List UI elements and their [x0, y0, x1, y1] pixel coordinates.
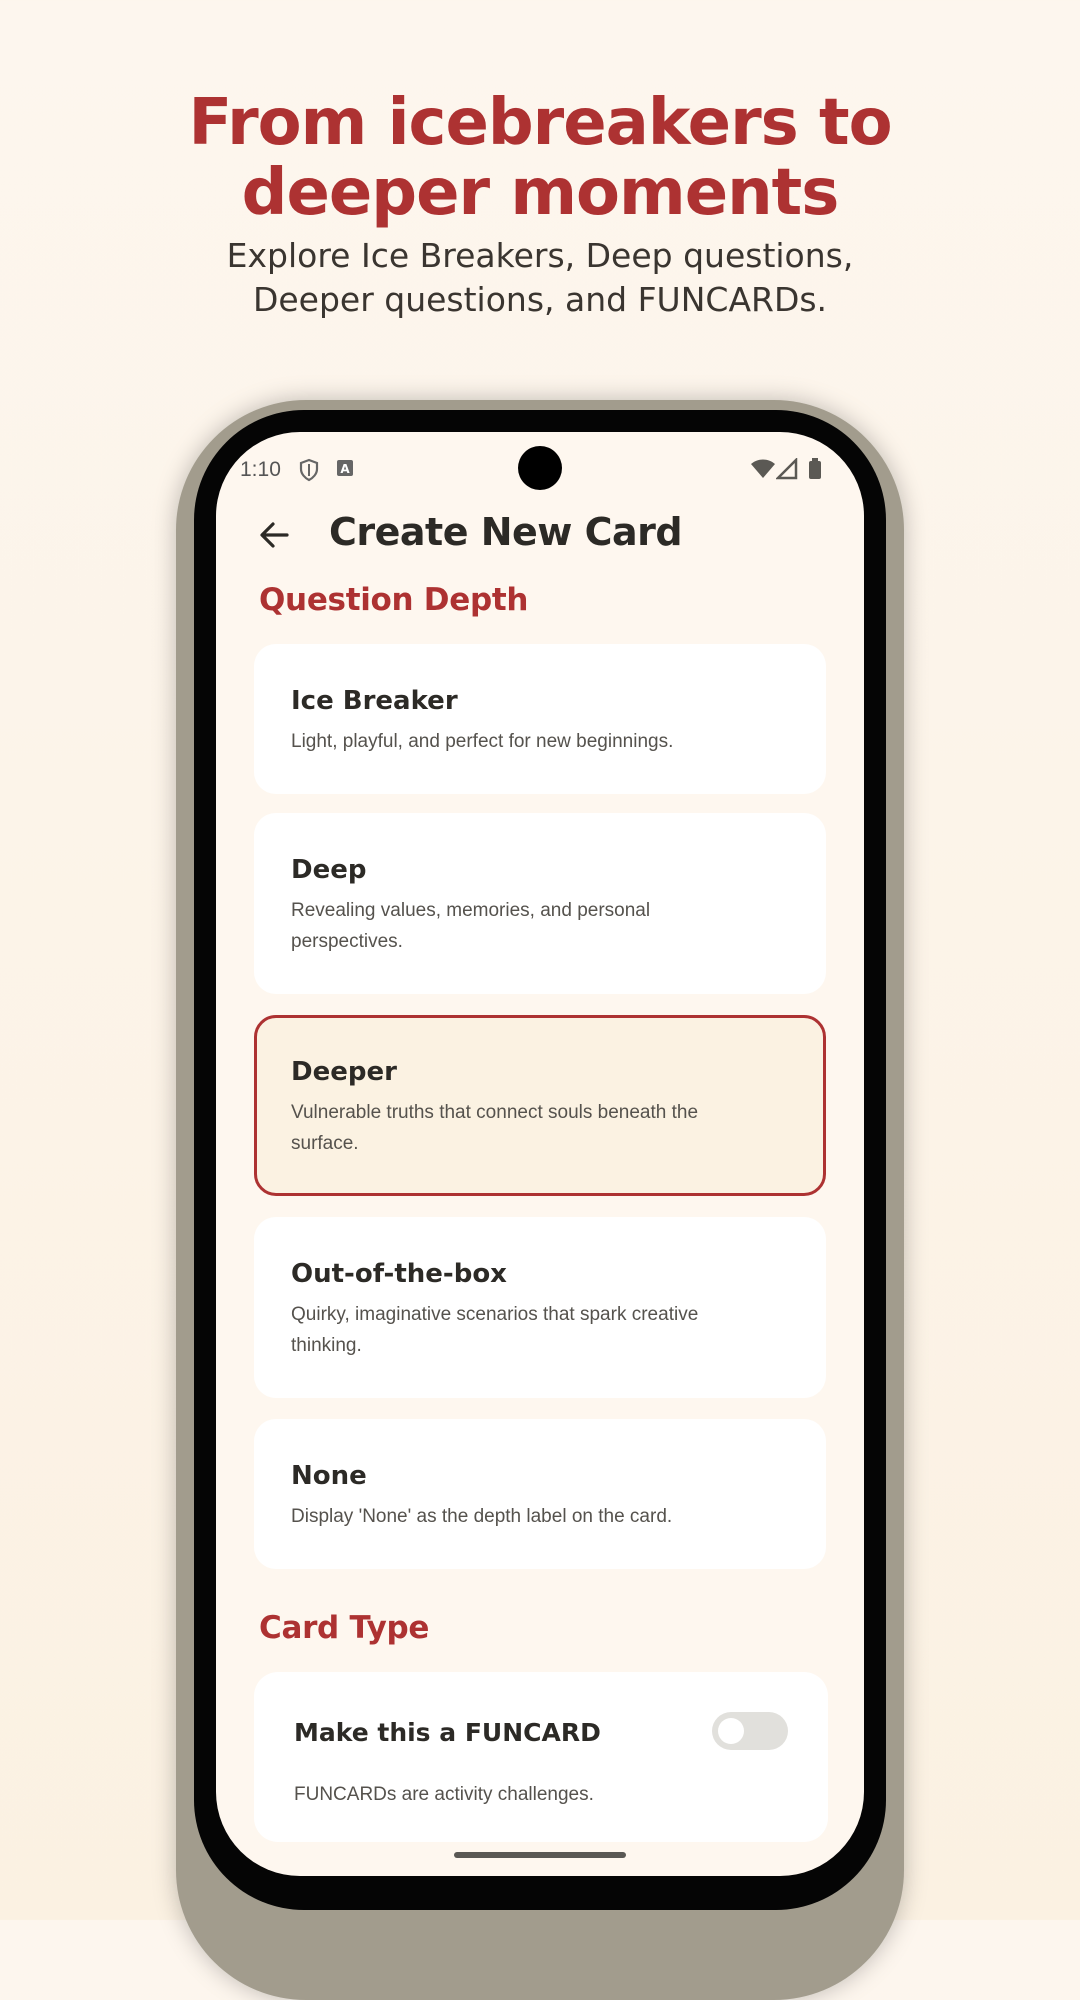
- funcard-toggle-label: Make this a FUNCARD: [294, 1718, 601, 1747]
- promo-title-line1: From icebreakers to: [188, 86, 892, 160]
- shield-icon: [298, 458, 320, 487]
- option-title: Deep: [291, 855, 367, 885]
- depth-option-out-of-the-box[interactable]: Out-of-the-box Quirky, imaginative scena…: [254, 1217, 826, 1398]
- battery-icon: [808, 458, 822, 485]
- promo-subtitle: Explore Ice Breakers, Deep questions, De…: [0, 234, 1080, 322]
- depth-option-ice-breaker[interactable]: Ice Breaker Light, playful, and perfect …: [254, 644, 826, 794]
- status-time: 1:10: [240, 458, 281, 481]
- phone-screen: 1:10 A Create New Card Question Depth Ic…: [216, 432, 864, 1876]
- option-title: Deeper: [291, 1057, 397, 1087]
- depth-option-deep[interactable]: Deep Revealing values, memories, and per…: [254, 813, 826, 994]
- option-description: Revealing values, memories, and personal…: [291, 900, 651, 952]
- funcard-toggle[interactable]: [712, 1712, 788, 1750]
- question-depth-heading: Question Depth: [259, 582, 529, 618]
- card-type-heading: Card Type: [259, 1610, 430, 1646]
- option-title: None: [291, 1461, 367, 1491]
- toggle-knob: [718, 1718, 744, 1744]
- promo-subtitle-line1: Explore Ice Breakers, Deep questions,: [226, 236, 854, 275]
- svg-text:A: A: [340, 462, 350, 476]
- promo-title: From icebreakers to deeper moments: [0, 88, 1080, 228]
- funcard-setting-card: Make this a FUNCARD FUNCARDs are activit…: [254, 1672, 828, 1842]
- option-description: Display 'None' as the depth label on the…: [291, 1506, 673, 1527]
- home-indicator[interactable]: [454, 1852, 626, 1858]
- promo-title-line2: deeper moments: [241, 156, 840, 230]
- option-description: Vulnerable truths that connect souls ben…: [291, 1102, 699, 1154]
- wifi-icon: [750, 458, 776, 485]
- promo-subtitle-line2: Deeper questions, and FUNCARDs.: [252, 280, 828, 319]
- option-description: Quirky, imaginative scenarios that spark…: [291, 1304, 699, 1356]
- depth-option-none[interactable]: None Display 'None' as the depth label o…: [254, 1419, 826, 1569]
- funcard-description: FUNCARDs are activity challenges.: [294, 1784, 594, 1805]
- page-title: Create New Card: [329, 510, 683, 554]
- option-description: Light, playful, and perfect for new begi…: [291, 731, 674, 752]
- depth-option-deeper[interactable]: Deeper Vulnerable truths that connect so…: [254, 1015, 826, 1196]
- option-title: Out-of-the-box: [291, 1259, 507, 1289]
- keyboard-a-icon: A: [336, 458, 354, 483]
- front-camera: [518, 446, 562, 490]
- arrow-left-icon[interactable]: [258, 520, 290, 555]
- option-title: Ice Breaker: [291, 686, 458, 716]
- signal-icon: [774, 456, 798, 485]
